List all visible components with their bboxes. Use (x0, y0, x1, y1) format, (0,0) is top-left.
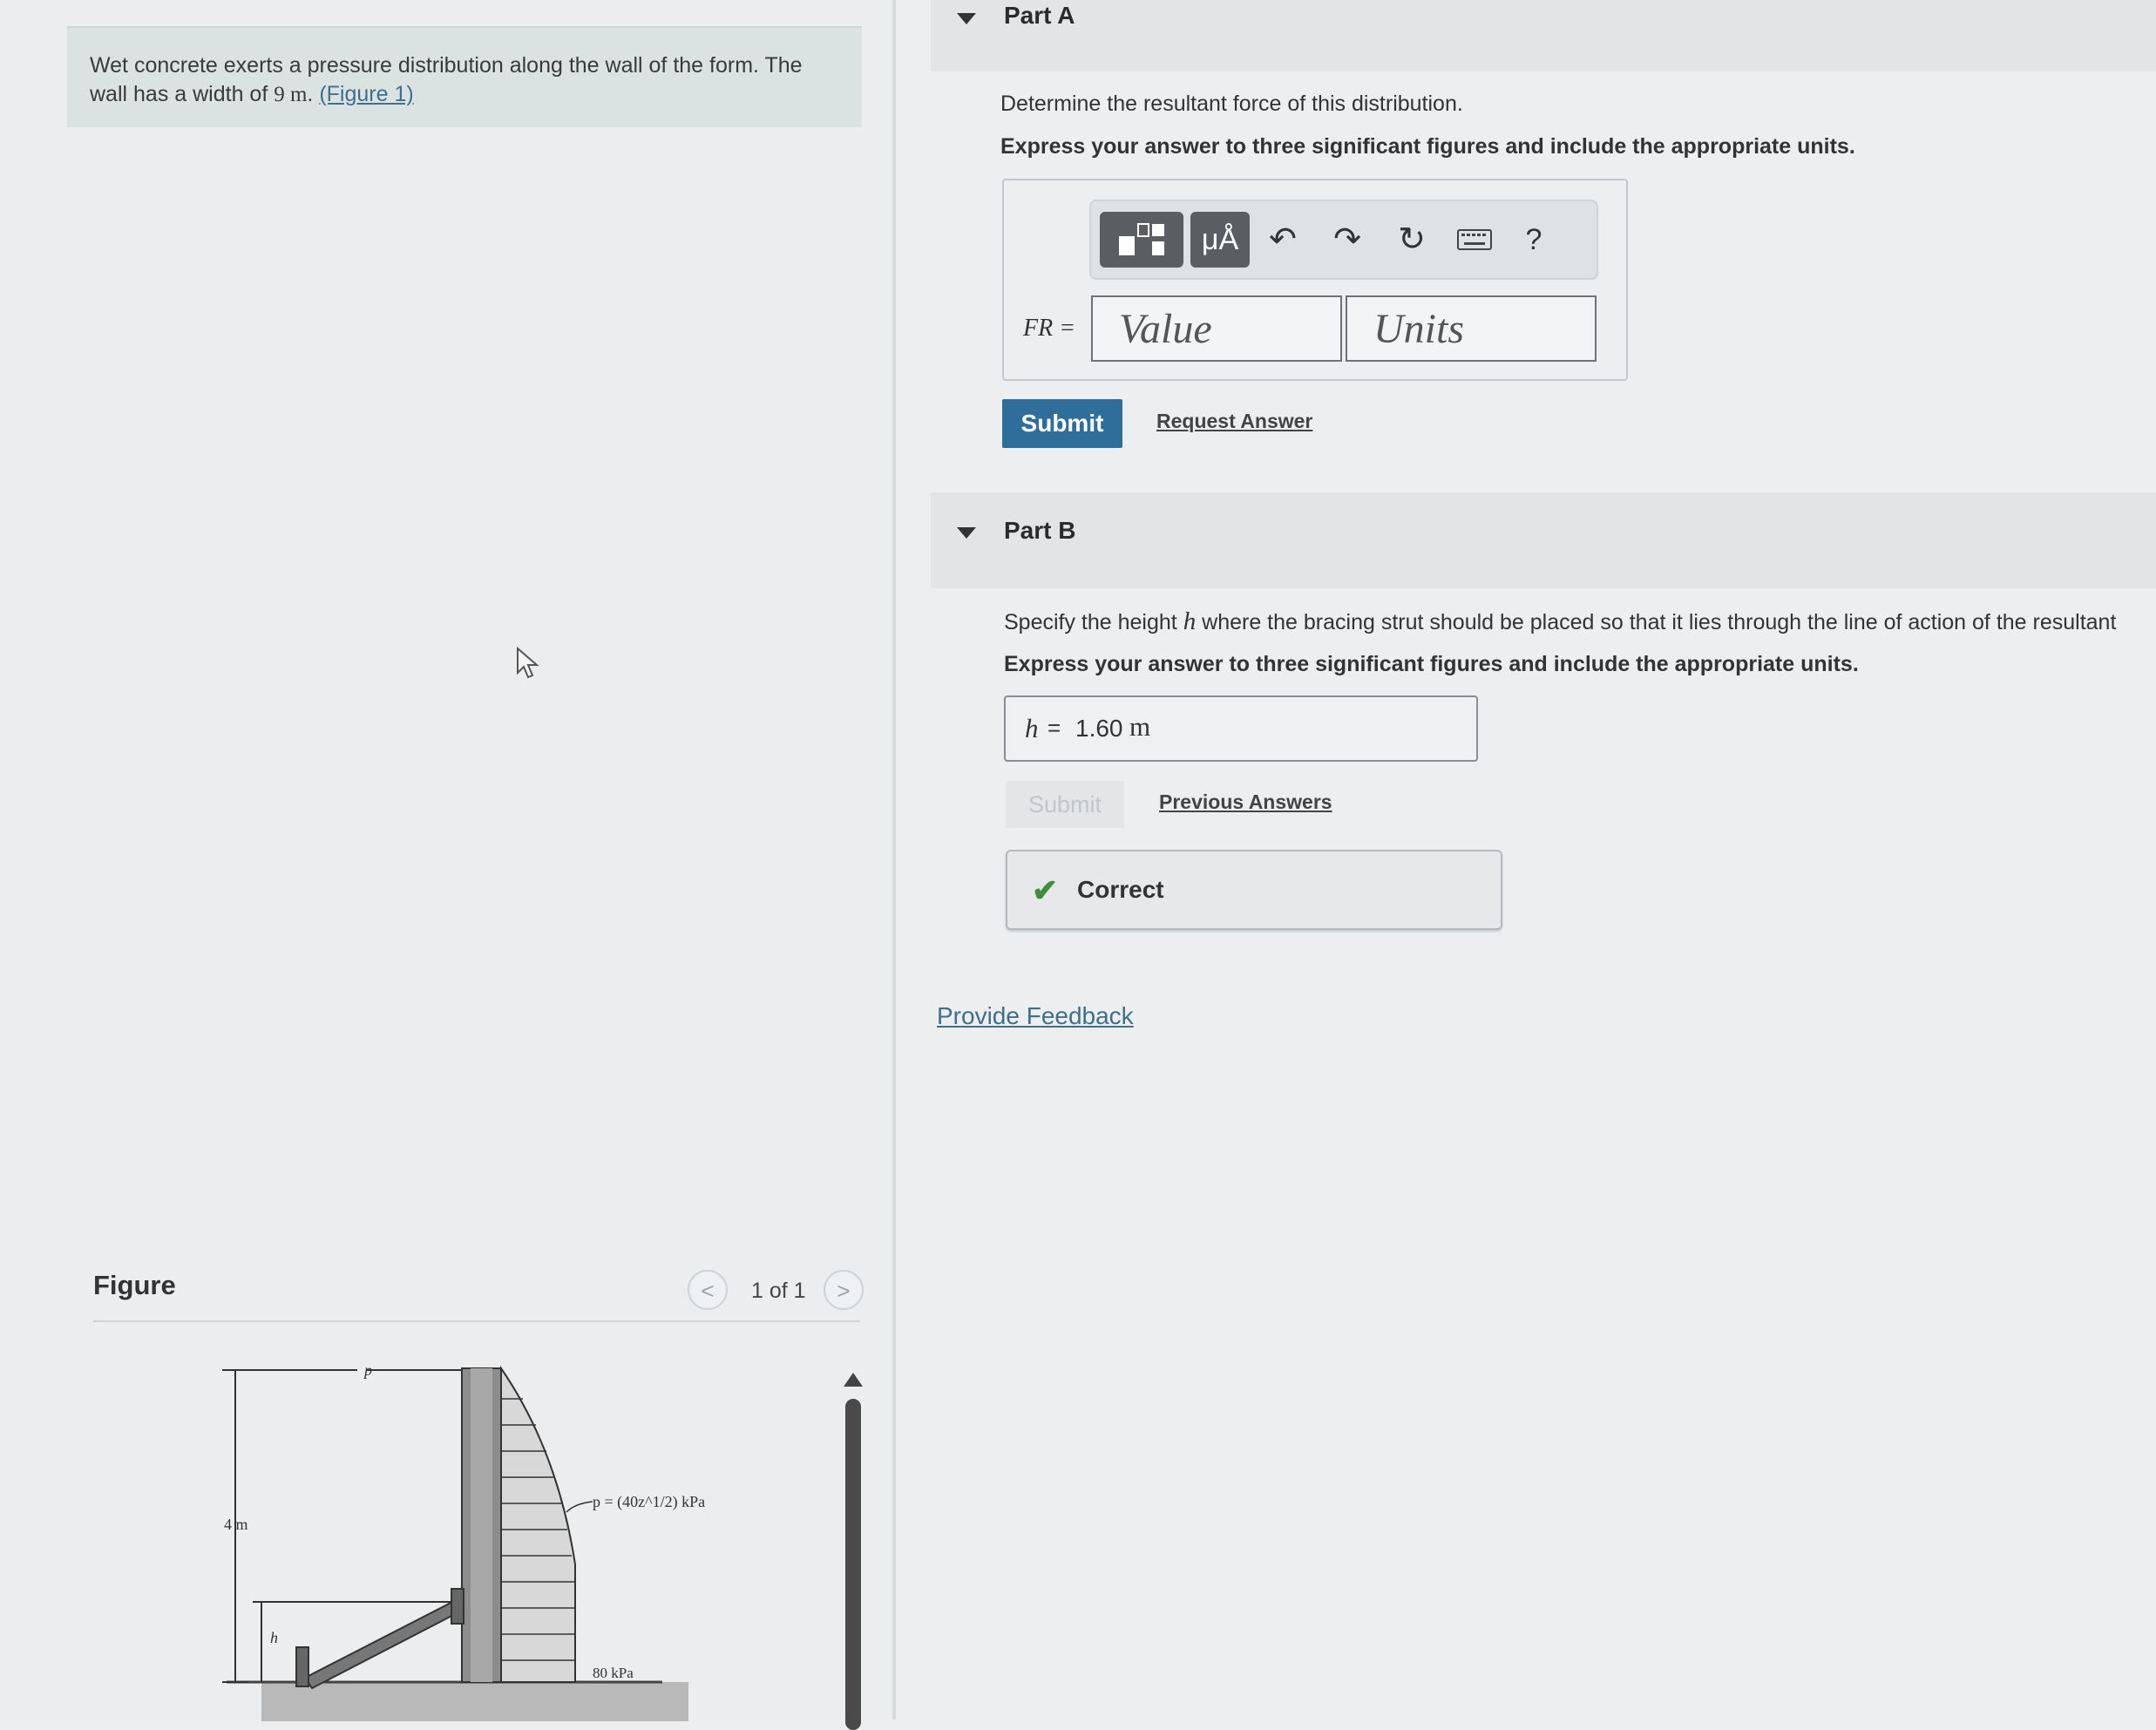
problem-text: Wet concrete exerts a pressure distribut… (90, 53, 803, 106)
math-toolbar: μÅ ↶ ↷ ↻ ? (1089, 200, 1598, 280)
units-input[interactable] (1346, 295, 1597, 362)
part-a-question: Determine the resultant force of this di… (1000, 92, 1463, 116)
fr-label: FR = (1023, 315, 1076, 342)
part-a-label: Part A (1004, 2, 1075, 29)
collapse-triangle-icon[interactable] (957, 527, 976, 539)
help-icon[interactable]: ? (1515, 215, 1553, 264)
reset-icon[interactable]: ↻ (1393, 215, 1431, 264)
submit-button-disabled: Submit (1006, 781, 1124, 828)
figure-title: Figure (93, 1270, 176, 1300)
question-text-end: where the bracing strut should be placed… (1196, 610, 2117, 634)
pressure-distribution (500, 1365, 576, 1683)
checkmark-icon: ✔ (1032, 872, 1059, 908)
figure-link[interactable]: (Figure 1) (319, 82, 413, 106)
templates-button[interactable] (1100, 212, 1183, 268)
wall-width-value: 9 m (274, 83, 308, 106)
next-figure-button[interactable]: > (824, 1270, 864, 1310)
submit-button[interactable]: Submit (1002, 399, 1122, 448)
p-top-label: p (363, 1361, 372, 1379)
mouse-cursor-icon (516, 646, 542, 686)
pressure-equation-label: p = (40z^1/2) kPa (593, 1493, 705, 1511)
part-a-answer-box: μÅ ↶ ↷ ↻ ? FR = (1002, 179, 1628, 381)
redo-icon[interactable]: ↷ (1328, 215, 1366, 264)
provide-feedback-link[interactable]: Provide Feedback (937, 1002, 1134, 1030)
part-b-question: Specify the height h where the bracing s… (1004, 607, 2116, 636)
previous-figure-button[interactable]: < (688, 1270, 728, 1310)
height-dimension-label: 4 m (224, 1516, 248, 1533)
figure-scrollbar[interactable] (844, 1373, 863, 1730)
part-b-header[interactable]: Part B (931, 492, 2156, 588)
templates-icon (1119, 223, 1164, 255)
concrete-form-figure: 4 m p h p = (40z^1/2) kPa 80 kPa (209, 1347, 749, 1726)
left-panel: Wet concrete exerts a pressure distribut… (0, 0, 892, 1730)
problem-text-end: . (307, 82, 320, 106)
h-dimension-label: h (270, 1629, 278, 1646)
request-answer-link[interactable]: Request Answer (1156, 410, 1312, 433)
panel-divider[interactable] (892, 0, 896, 1720)
problem-statement: Wet concrete exerts a pressure distribut… (67, 26, 862, 127)
part-b-instruction: Express your answer to three significant… (1004, 652, 1859, 676)
part-a-header[interactable]: Part A (931, 0, 2156, 71)
ground-hatch (261, 1682, 688, 1721)
part-b-label: Part B (1004, 517, 1076, 544)
h-answer-unit: m (1129, 711, 1151, 742)
bottom-pressure-label: 80 kPa (593, 1665, 634, 1681)
correct-label: Correct (1077, 876, 1164, 903)
h-label: h (1025, 713, 1039, 743)
h-answer-value: 1.60 (1075, 715, 1123, 742)
undo-icon[interactable]: ↶ (1264, 215, 1302, 264)
scrollbar-thumb[interactable] (845, 1399, 861, 1730)
scroll-up-arrow-icon[interactable] (844, 1373, 863, 1387)
value-input[interactable] (1091, 295, 1342, 362)
question-variable-h: h (1183, 607, 1197, 635)
part-a-instruction: Express your answer to three significant… (1000, 134, 1855, 159)
bracing-strut (303, 1598, 465, 1690)
keyboard-icon[interactable] (1455, 215, 1494, 264)
part-b-answer-field[interactable]: h = 1.60 m (1004, 695, 1478, 762)
question-text-start: Specify the height (1004, 610, 1183, 634)
correct-feedback-box: ✔ Correct (1006, 850, 1502, 930)
figure-header: Figure < 1 of 1 > (93, 1259, 864, 1322)
collapse-triangle-icon[interactable] (957, 13, 976, 24)
figure-pager-count: 1 of 1 (751, 1279, 806, 1303)
previous-answers-link[interactable]: Previous Answers (1159, 790, 1332, 814)
units-symbol-button[interactable]: μÅ (1190, 212, 1250, 268)
equals-sign: = (1047, 715, 1061, 741)
